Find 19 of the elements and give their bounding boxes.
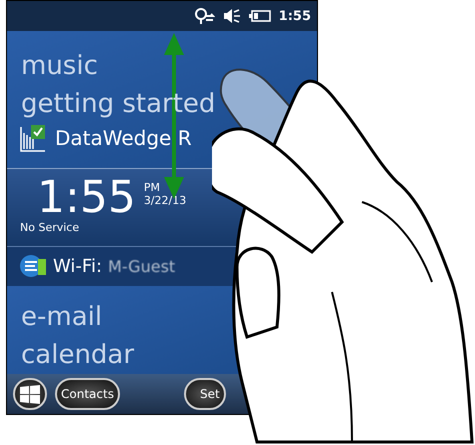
speaker-muted-icon xyxy=(222,8,241,24)
carrier-label: No Service xyxy=(20,221,80,234)
windows-logo-icon xyxy=(19,384,41,404)
datawedge-status: DataWedge R xyxy=(55,126,192,150)
wifi-label: Wi-Fi: xyxy=(53,256,102,277)
start-button[interactable] xyxy=(13,378,47,410)
am-pm-label: PM xyxy=(144,181,161,194)
softkey-button[interactable]: Set xyxy=(184,378,226,410)
menu-item[interactable]: calendar xyxy=(21,336,134,374)
status-time: 1:55 xyxy=(278,8,311,24)
menu-item[interactable]: e-mail xyxy=(21,298,102,336)
wifi-network: M-Guest xyxy=(108,256,176,276)
menu-item[interactable]: music xyxy=(21,46,98,85)
date-label: 3/22/13 xyxy=(144,194,186,208)
battery-icon xyxy=(248,10,271,22)
softkey-button[interactable]: Contacts xyxy=(55,378,120,410)
network-icon xyxy=(192,7,215,25)
clock-time: 1:55 xyxy=(37,175,136,222)
barcode-check-icon xyxy=(19,122,47,153)
